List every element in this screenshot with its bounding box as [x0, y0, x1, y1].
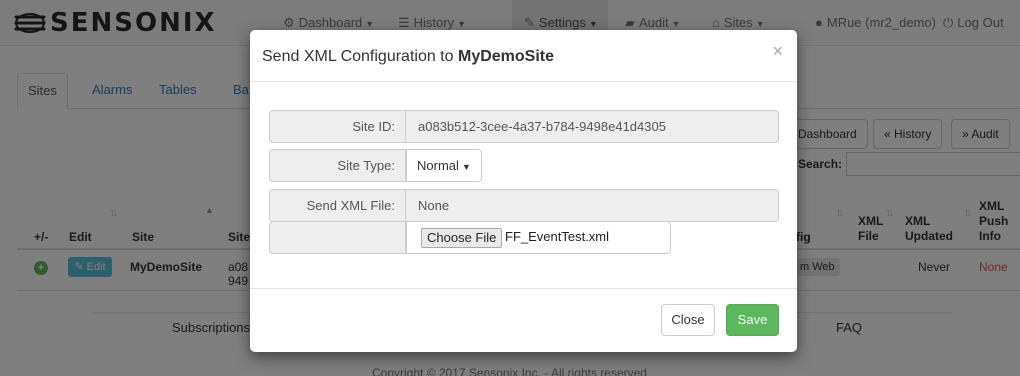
modal-title: Send XML Configuration to MyDemoSite [262, 48, 554, 66]
site-type-label: Site Type: [269, 149, 406, 182]
file-input-label [269, 221, 406, 254]
file-input-row: Choose File FF_EventTest.xml [269, 221, 781, 254]
modal-title-site: MyDemoSite [457, 48, 555, 65]
close-icon[interactable]: × [772, 42, 783, 60]
close-button[interactable]: Close [661, 304, 715, 336]
xml-file-input[interactable]: Choose File FF_EventTest.xml [406, 221, 671, 254]
site-type-value: Normal [417, 158, 459, 173]
send-xml-modal: Send XML Configuration to MyDemoSite × S… [250, 30, 797, 352]
site-id-label: Site ID: [269, 110, 406, 143]
chevron-down-icon: ▼ [461, 162, 471, 172]
site-type-dropdown[interactable]: Normal ▼ [406, 149, 482, 182]
send-xml-value: None [406, 189, 779, 222]
site-id-value: a083b512-3cee-4a37-b784-9498e41d4305 [406, 110, 779, 143]
send-xml-row: Send XML File: None [269, 189, 781, 222]
modal-title-prefix: Send XML Configuration to [262, 48, 454, 65]
choose-file-button[interactable]: Choose File [421, 228, 503, 248]
save-button[interactable]: Save [726, 304, 779, 336]
site-id-row: Site ID: a083b512-3cee-4a37-b784-9498e41… [269, 110, 781, 143]
send-xml-label: Send XML File: [269, 189, 406, 222]
site-type-row: Site Type: Normal ▼ [269, 149, 781, 182]
modal-body: Site ID: a083b512-3cee-4a37-b784-9498e41… [250, 82, 797, 288]
modal-header: Send XML Configuration to MyDemoSite × [250, 30, 797, 82]
selected-file-name: FF_EventTest.xml [505, 229, 610, 244]
modal-footer: Close Save [250, 288, 797, 352]
